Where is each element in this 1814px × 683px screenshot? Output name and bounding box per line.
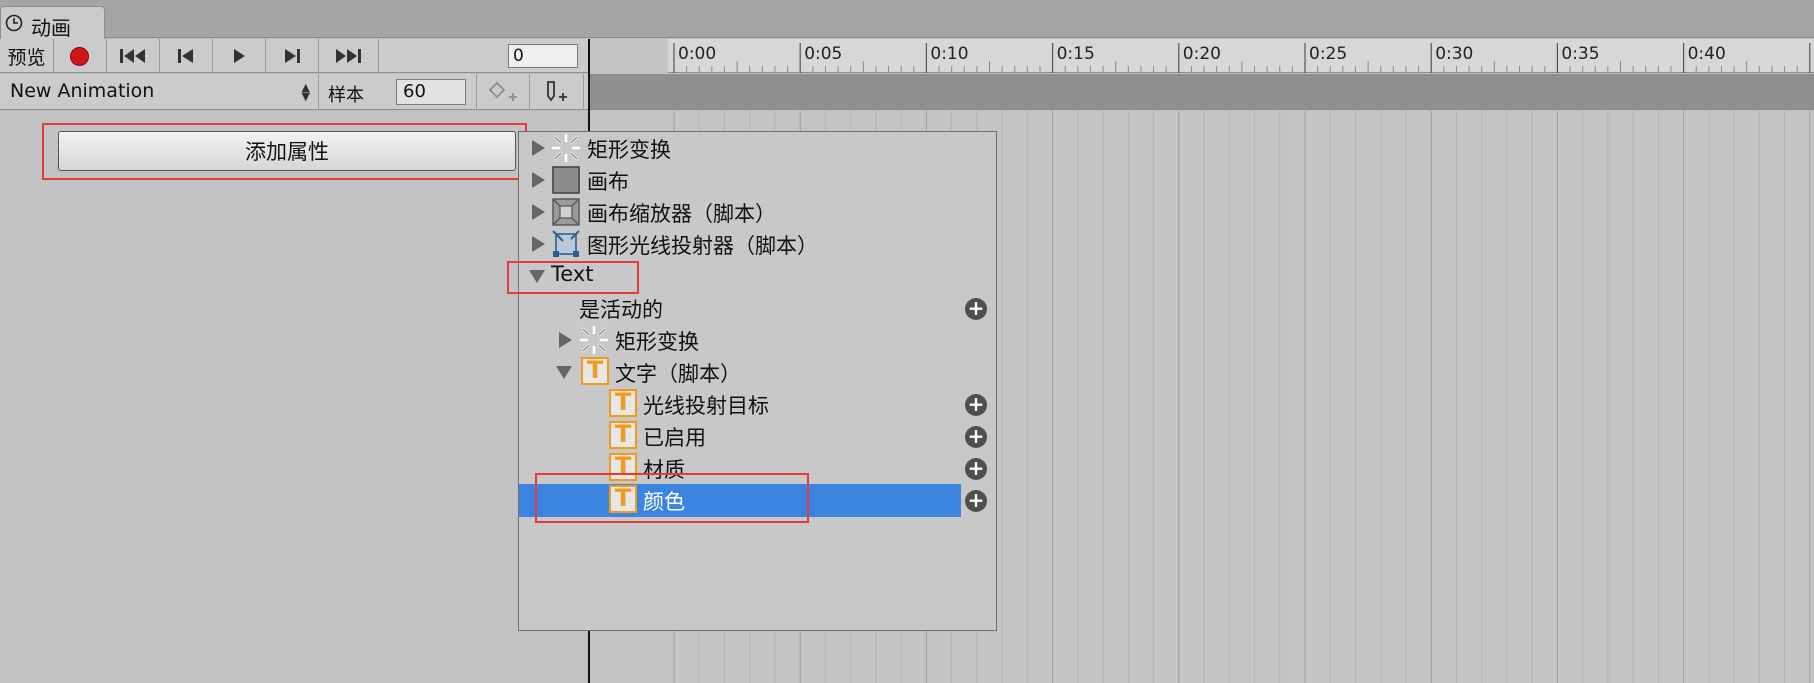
text-component-icon: [609, 420, 637, 449]
ruler-tick-label: 0:10: [930, 44, 968, 64]
list-item-canvas-scaler[interactable]: 画布缩放器（脚本）: [519, 196, 996, 228]
add-property-plus-icon[interactable]: +: [965, 490, 987, 512]
clip-toolbar: New Animation ▲ ▼ 样本 60: [0, 74, 590, 110]
tab-label: 动画: [31, 16, 71, 40]
tab-animation[interactable]: 动画: [0, 6, 105, 40]
expand-arrow-icon: [532, 236, 545, 252]
highlight-box-text: [507, 261, 639, 294]
ruler-tick-label: 0:05: [804, 44, 842, 64]
text-component-icon: [581, 356, 609, 385]
add-property-plus-icon[interactable]: +: [965, 298, 987, 320]
property-panel: [0, 111, 590, 683]
updown-arrows-icon: ▲ ▼: [301, 81, 310, 103]
canvas-icon: [552, 166, 580, 194]
add-keyframe-button[interactable]: [476, 74, 530, 110]
list-item-canvas[interactable]: 画布: [519, 164, 996, 196]
add-property-dropdown: 矩形变换 画布 画布缩放器（脚本） 图形光线投射器（脚本） Text 是活动的 …: [518, 131, 997, 631]
list-item-label: 光线投射目标: [643, 394, 769, 418]
record-icon: [71, 47, 88, 65]
play-icon: [233, 49, 245, 63]
add-property-plus-icon[interactable]: +: [965, 394, 987, 416]
ruler-tick-label: 0:25: [1309, 44, 1347, 64]
next-keyframe-button[interactable]: [265, 39, 319, 73]
add-property-plus-icon[interactable]: +: [965, 458, 987, 480]
expand-arrow-icon: [532, 140, 545, 156]
skip-to-end-icon: [336, 49, 361, 63]
highlight-box-color: [535, 473, 809, 523]
add-event-button[interactable]: [528, 74, 584, 110]
ruler-tick-label: 0:30: [1435, 44, 1473, 64]
canvas-scaler-icon: [552, 198, 580, 226]
list-item-label: 矩形变换: [587, 138, 671, 162]
rect-transform-icon: [551, 133, 581, 163]
record-button[interactable]: [53, 39, 107, 73]
frame-input[interactable]: 0: [508, 44, 578, 68]
step-back-icon: [177, 49, 193, 63]
add-keyframe-icon: [488, 81, 517, 101]
rect-transform-icon: [579, 325, 609, 355]
first-keyframe-button[interactable]: [106, 39, 160, 73]
ruler-tick-label: 0:00: [678, 44, 716, 64]
list-item-label: 文字（脚本）: [615, 362, 741, 386]
preview-button[interactable]: 预览: [0, 39, 54, 73]
list-item-is-active[interactable]: 是活动的 +: [519, 292, 996, 324]
clip-select-value: New Animation: [10, 80, 155, 102]
step-forward-icon: [284, 49, 300, 63]
list-item-label: 矩形变换: [615, 330, 699, 354]
list-item-rect-transform[interactable]: 矩形变换: [519, 132, 996, 164]
clip-select[interactable]: New Animation ▲ ▼: [0, 74, 319, 110]
list-item-label: 已启用: [643, 426, 706, 450]
ruler-tick-label: 0:15: [1057, 44, 1095, 64]
sample-label: 样本: [328, 85, 364, 106]
list-item-enabled[interactable]: 已启用 +: [519, 420, 996, 452]
tab-strip: [0, 0, 1814, 38]
ruler-tick-label: 0:35: [1561, 44, 1599, 64]
ruler-tick-label: 0:40: [1688, 44, 1726, 64]
add-property-plus-icon[interactable]: +: [965, 426, 987, 448]
expand-arrow-icon: [532, 204, 545, 220]
list-item-label: 画布缩放器（脚本）: [587, 202, 776, 226]
collapse-arrow-icon: [556, 366, 572, 379]
expand-arrow-icon: [559, 332, 572, 348]
list-item-raycast-target[interactable]: 光线投射目标 +: [519, 388, 996, 420]
list-item-label: 画布: [587, 170, 629, 194]
list-item-label: 图形光线投射器（脚本）: [587, 234, 818, 258]
play-button[interactable]: [212, 39, 266, 73]
skip-to-start-icon: [119, 49, 145, 63]
expand-arrow-icon: [532, 172, 545, 188]
ruler-tick-label: 0:20: [1183, 44, 1221, 64]
last-keyframe-button[interactable]: [318, 39, 379, 73]
playback-toolbar: 预览 0: [0, 39, 590, 73]
list-item-rect-transform-child[interactable]: 矩形变换: [519, 324, 996, 356]
add-event-icon: [546, 81, 567, 102]
prev-keyframe-button[interactable]: [159, 39, 213, 73]
list-item-graphic-raycaster[interactable]: 图形光线投射器（脚本）: [519, 228, 996, 260]
add-property-button[interactable]: 添加属性: [58, 131, 516, 171]
list-item-text-component[interactable]: 文字（脚本）: [519, 356, 996, 388]
clock-icon: [5, 14, 23, 32]
text-component-icon: [609, 388, 637, 417]
graphic-raycaster-icon: [552, 230, 580, 257]
list-item-label: 是活动的: [579, 298, 663, 322]
sample-input[interactable]: 60: [396, 79, 466, 105]
